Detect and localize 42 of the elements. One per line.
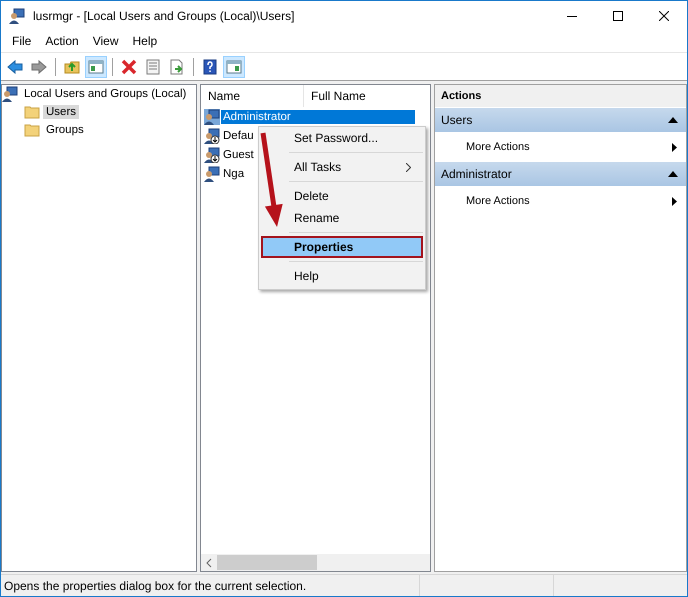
section-header[interactable]: Administrator (435, 162, 686, 186)
submenu-arrow-icon (672, 142, 677, 152)
tree-item[interactable]: Groups (43, 123, 87, 137)
scrollbar-thumb[interactable] (217, 555, 317, 570)
section-header[interactable]: Users (435, 108, 686, 132)
window-title: lusrmgr - [Local Users and Groups (Local)\Users] (33, 8, 296, 22)
menu-item[interactable]: Properties (261, 236, 423, 258)
folder-icon (24, 122, 40, 138)
folder-icon (24, 104, 40, 120)
menu-item[interactable]: Delete (261, 185, 423, 207)
maximize-icon[interactable] (613, 10, 623, 20)
menu-item[interactable]: Rename (261, 207, 423, 229)
menu-item[interactable]: Help (126, 34, 164, 48)
menu-item[interactable]: Action (38, 34, 86, 48)
pane-button[interactable] (223, 56, 245, 78)
menu-item[interactable]: File (5, 34, 38, 48)
scroll-left-icon[interactable] (205, 558, 213, 568)
list-item[interactable]: Administrator (221, 110, 415, 124)
tree-item[interactable]: Users (43, 105, 80, 119)
status-text: Opens the properties dialog box for the current selection. (1, 575, 420, 596)
actions-title: Actions (435, 85, 686, 108)
collapse-icon[interactable] (668, 171, 678, 177)
chevron-icon (406, 162, 411, 172)
close-icon[interactable] (659, 10, 669, 20)
menu-item[interactable]: View (86, 34, 126, 48)
action-link[interactable]: More Actions (466, 141, 530, 153)
users-icon (2, 86, 18, 102)
submenu-arrow-icon (672, 196, 677, 206)
collapse-icon[interactable] (668, 117, 678, 123)
section-title: Users (441, 113, 472, 127)
column-header[interactable]: Full Name (304, 85, 366, 107)
users-icon (9, 8, 27, 24)
horizontal-scrollbar[interactable] (201, 554, 430, 571)
pane-button[interactable] (85, 56, 107, 78)
column-header[interactable]: Name (201, 85, 304, 107)
menu-item[interactable]: All Tasks (261, 156, 423, 178)
action-link[interactable]: More Actions (466, 195, 530, 207)
menu-item[interactable]: Set Password... (261, 127, 423, 149)
section-title: Administrator (441, 167, 512, 181)
list-item[interactable]: Nga (221, 166, 246, 180)
menu-item[interactable]: Help (261, 265, 423, 287)
tree-item[interactable]: Local Users and Groups (Local) (21, 87, 190, 101)
